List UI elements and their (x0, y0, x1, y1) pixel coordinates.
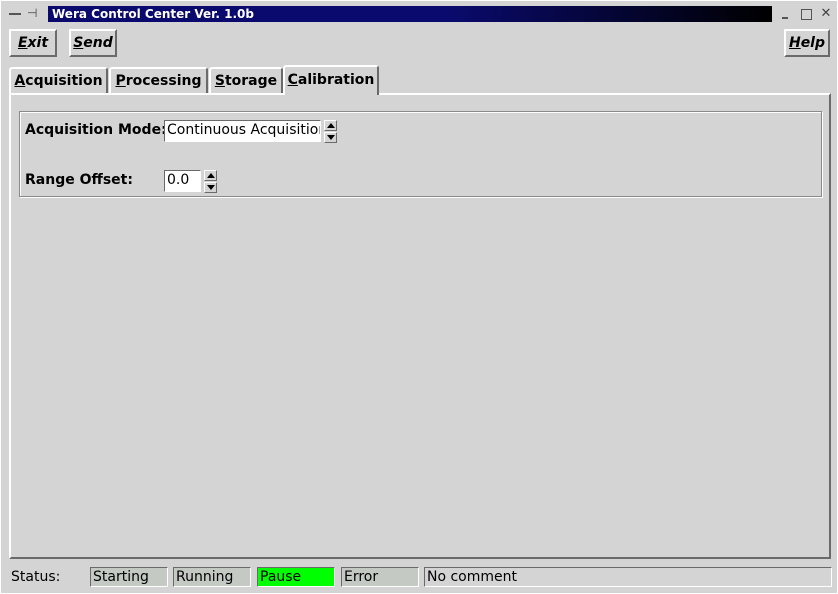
acquisition-mode-spinner (324, 120, 337, 143)
send-mnemonic: S (73, 35, 84, 51)
acquisition-mode-label: Acquisition Mode: (25, 122, 167, 138)
tab-calibration[interactable]: Calibration (283, 65, 379, 95)
tab-calibration-mnemonic: C (287, 72, 298, 88)
status-comment: No comment (424, 567, 832, 587)
help-button[interactable]: Help (784, 29, 830, 57)
range-offset-label: Range Offset: (25, 172, 133, 188)
tab-bar: Acquisition Processing Storage Calibrati… (9, 65, 831, 95)
arrow-down-icon[interactable] (204, 182, 217, 193)
acquisition-mode-field[interactable]: Continuous Acquisition (164, 120, 321, 142)
minimize-icon[interactable] (777, 6, 793, 22)
help-mnemonic: H (788, 35, 801, 51)
status-label: Status: (11, 569, 61, 585)
tab-processing-mnemonic: P (115, 73, 126, 89)
close-icon[interactable]: ✕ (818, 6, 834, 22)
tab-acquisition-mnemonic: A (14, 73, 26, 89)
exit-mnemonic: E (17, 35, 28, 51)
exit-label: xit (27, 35, 49, 51)
arrow-up-icon[interactable] (324, 120, 337, 131)
window-title: Wera Control Center Ver. 1.0b (48, 6, 772, 22)
tab-processing[interactable]: Processing (109, 67, 208, 94)
title-bar: ⊣ Wera Control Center Ver. 1.0b ✕ (3, 3, 835, 23)
help-label: elp (800, 35, 826, 51)
range-offset-spinner (204, 170, 217, 193)
calibration-panel: Acquisition Mode: Continuous Acquisition… (9, 93, 831, 559)
exit-button[interactable]: Exit (9, 29, 57, 57)
tab-processing-label: rocessing (125, 73, 202, 89)
send-button[interactable]: Send (69, 29, 117, 57)
status-pause: Pause (257, 567, 335, 587)
main-window: ⊣ Wera Control Center Ver. 1.0b ✕ Exit S… (0, 0, 838, 594)
tab-storage-label: torage (224, 73, 278, 89)
status-running: Running (173, 567, 251, 587)
status-bar: Status: Starting Running Pause Error No … (3, 565, 835, 589)
tab-calibration-label: alibration (297, 72, 375, 88)
settings-group: Acquisition Mode: Continuous Acquisition… (19, 111, 822, 197)
tab-storage[interactable]: Storage (209, 67, 283, 94)
tab-acquisition[interactable]: Acquisition (9, 67, 108, 94)
range-offset-field[interactable]: 0.0 (164, 170, 201, 192)
tab-acquisition-label: cquisition (25, 73, 103, 89)
arrow-up-icon[interactable] (204, 170, 217, 181)
pin-icon[interactable]: ⊣ (27, 6, 43, 20)
window-menu-icon[interactable] (9, 6, 23, 20)
maximize-icon[interactable] (798, 6, 814, 22)
status-starting: Starting (90, 567, 168, 587)
arrow-down-icon[interactable] (324, 132, 337, 143)
tab-storage-mnemonic: S (214, 73, 225, 89)
status-error: Error (341, 567, 419, 587)
send-label: end (83, 35, 113, 51)
